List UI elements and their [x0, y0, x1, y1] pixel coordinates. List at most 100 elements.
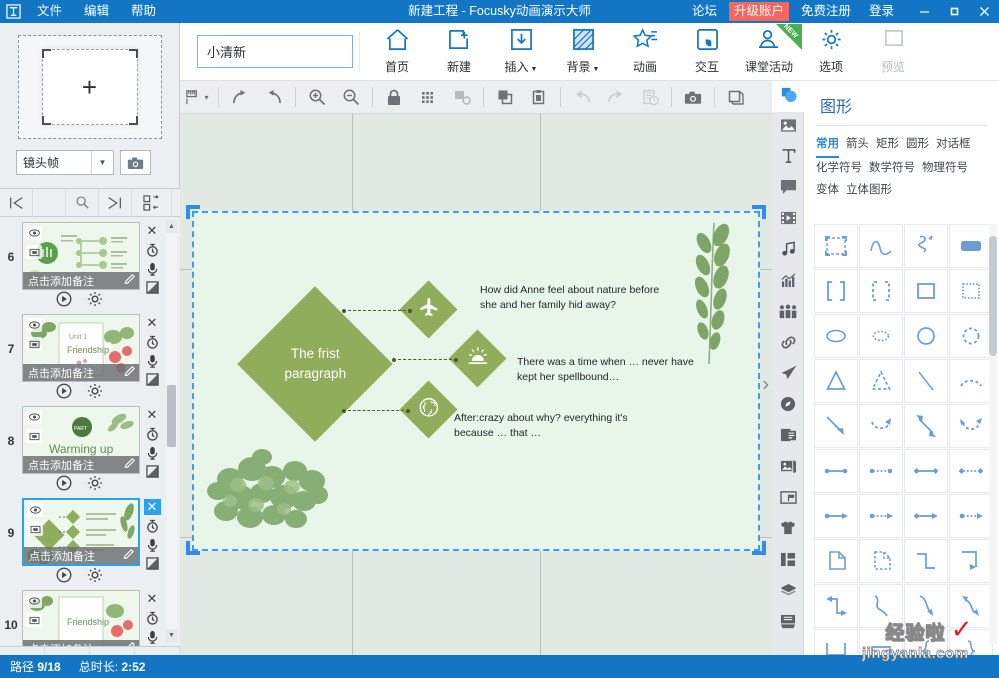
slide-side-actions[interactable]: ✕ — [142, 497, 162, 573]
slide-timer-icon[interactable] — [142, 608, 162, 627]
link-tool[interactable] — [772, 329, 804, 360]
slide-side-actions[interactable]: ✕ — [142, 405, 162, 481]
slide-under-actions[interactable] — [55, 474, 103, 491]
slide-list-scrollbar[interactable]: ▲ ▼ — [166, 220, 177, 642]
shape-square-outline[interactable] — [904, 269, 948, 313]
shape-ellipse[interactable] — [814, 314, 858, 358]
shapes-category-tabs[interactable]: 常用 箭头 矩形 圆形 对话框 化学符号 数学符号 物理符号 变体 立体图形 — [804, 126, 999, 201]
compass-tool[interactable] — [772, 391, 804, 422]
slide-microphone-icon[interactable] — [142, 351, 162, 370]
shape-dotted-ellipse[interactable] — [859, 314, 903, 358]
toggle-visibility-icon[interactable] — [26, 226, 42, 240]
slide-microphone-icon[interactable] — [142, 627, 162, 646]
scroll-up-arrow[interactable]: ▲ — [166, 220, 177, 233]
slide-timer-icon[interactable] — [142, 424, 162, 443]
shapes-tool[interactable] — [772, 81, 804, 112]
music-tool[interactable] — [772, 236, 804, 267]
next-slide-arrow[interactable]: › — [762, 373, 769, 396]
slide-thumbnail[interactable]: Unit 1 Friendship 点击添加备注 — [22, 314, 140, 382]
characters-tool[interactable] — [772, 298, 804, 329]
grid-icon[interactable] — [411, 81, 445, 113]
shapes-tab-0[interactable]: 常用 — [816, 134, 839, 159]
slide-microphone-icon[interactable] — [142, 443, 162, 462]
list-tool[interactable] — [772, 422, 804, 453]
redo-icon[interactable] — [599, 81, 633, 113]
stop-frame-icon[interactable] — [26, 337, 42, 351]
window-icon[interactable] — [719, 81, 753, 113]
slide-side-actions[interactable]: ✕ — [142, 221, 162, 297]
shape-double-diagonal-arrow[interactable] — [904, 404, 948, 448]
shape-dotted-line-dot-dot[interactable] — [859, 449, 903, 493]
toolbar-new-button[interactable]: 新建 — [428, 24, 490, 80]
shape-curve-double-arrow[interactable] — [949, 584, 993, 628]
edit-pencil-icon[interactable] — [124, 456, 136, 471]
bubble-tool[interactable] — [772, 174, 804, 205]
shape-bracket-pair[interactable] — [814, 269, 858, 313]
shapes-tab-8[interactable]: 变体 — [816, 180, 839, 201]
slide-transition-icon[interactable] — [142, 554, 162, 573]
shape-line-dot-arrow[interactable] — [814, 494, 858, 538]
shape-circle[interactable] — [904, 314, 948, 358]
shape-selection-frame[interactable] — [814, 224, 858, 268]
minimize-button[interactable] — [909, 0, 939, 23]
slide-play-icon[interactable] — [55, 566, 72, 583]
forum-link[interactable]: 论坛 — [683, 0, 726, 23]
stop-frame-icon[interactable] — [27, 522, 43, 536]
video-tool[interactable] — [772, 205, 804, 236]
shape-elbow-connector-arrow[interactable] — [949, 539, 993, 583]
redo-curve-icon[interactable] — [223, 81, 257, 113]
shape-dashed-arc[interactable] — [949, 359, 993, 403]
paste-icon[interactable] — [522, 81, 556, 113]
layers-tool[interactable] — [772, 577, 804, 608]
slide-notes-bar[interactable]: 点击添加备注 — [24, 547, 138, 564]
shapes-scrollbar[interactable] — [989, 224, 997, 644]
shapes-tab-1[interactable]: 箭头 — [846, 134, 869, 158]
slide-play-icon[interactable] — [55, 382, 72, 399]
toggle-visibility-icon[interactable] — [27, 503, 43, 517]
slide-under-actions[interactable] — [55, 382, 103, 399]
scroll-thumb[interactable] — [989, 236, 997, 356]
shapes-tab-5[interactable]: 化学符号 — [816, 158, 862, 179]
animation-path-tool[interactable] — [772, 360, 804, 391]
shape-dashed-bracket-pair[interactable] — [859, 269, 903, 313]
slide-settings-gear-icon[interactable] — [86, 290, 103, 307]
text-tool[interactable] — [772, 143, 804, 174]
toolbar-preview-button[interactable]: 预览 — [862, 24, 924, 80]
undo-curve-icon[interactable] — [257, 81, 291, 113]
slide-side-actions[interactable]: ✕ — [142, 589, 162, 646]
chart-tool[interactable] — [772, 267, 804, 298]
shapes-tab-4[interactable]: 对话框 — [936, 134, 971, 158]
login-link[interactable]: 登录 — [860, 0, 903, 23]
stop-frame-icon[interactable] — [26, 245, 42, 259]
slide-settings-gear-icon[interactable] — [86, 382, 103, 399]
shape-squiggle-line[interactable] — [904, 224, 948, 268]
search-icon[interactable] — [66, 188, 99, 217]
resize-handle-tl[interactable] — [186, 205, 190, 219]
shapes-tab-9[interactable]: 立体图形 — [846, 180, 892, 201]
shape-curve-arrow-down[interactable] — [904, 584, 948, 628]
shape-dashed-double-curved-arrow[interactable] — [949, 404, 993, 448]
gallery-tool[interactable] — [772, 453, 804, 484]
shape-dashed-circle[interactable] — [949, 314, 993, 358]
edit-pencil-icon[interactable] — [123, 547, 135, 562]
resize-handle-bl[interactable] — [186, 541, 190, 555]
shape-dotted-line-arrow[interactable] — [859, 494, 903, 538]
shape-dotted-square[interactable] — [949, 269, 993, 313]
shapes-tab-7[interactable]: 物理符号 — [922, 158, 968, 179]
slide-transition-icon[interactable] — [142, 462, 162, 481]
slide-close-icon[interactable]: ✕ — [142, 405, 162, 424]
menu-edit[interactable]: 编辑 — [73, 0, 120, 23]
slide-under-actions[interactable] — [55, 566, 103, 583]
menu-file[interactable]: 文件 — [26, 0, 73, 23]
slide-transition-icon[interactable] — [142, 370, 162, 389]
shapes-tab-2[interactable]: 矩形 — [876, 134, 899, 158]
reorder-slides-button[interactable] — [132, 188, 172, 217]
free-register-link[interactable]: 免费注册 — [792, 0, 860, 23]
slide-thumbnail-list[interactable]: 6 点击添加备注 ✕ 7 Unit 1 Friendship 点击添加备注 ✕ … — [0, 218, 180, 646]
slide-settings-gear-icon[interactable] — [86, 566, 103, 583]
tshirt-tool[interactable] — [772, 515, 804, 546]
menu-help[interactable]: 帮助 — [120, 0, 167, 23]
camera-icon[interactable] — [676, 81, 710, 113]
camera-frame-preview[interactable]: + — [17, 35, 162, 139]
scroll-down-arrow[interactable]: ▼ — [166, 629, 177, 642]
